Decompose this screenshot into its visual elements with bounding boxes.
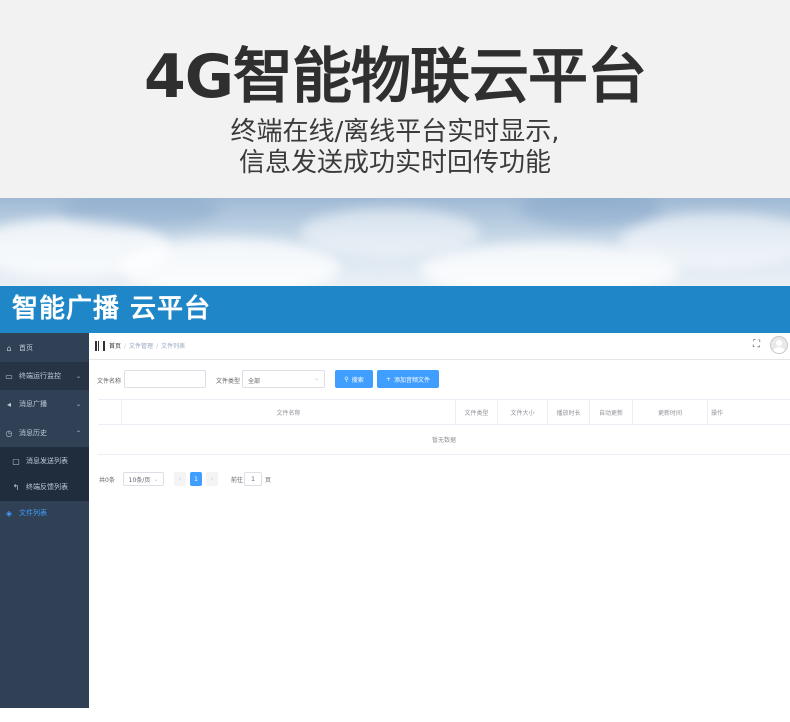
add-audio-file-button[interactable]: + 添加音频文件: [377, 370, 439, 388]
broadcast-icon: ◂: [6, 399, 11, 409]
sidebar-item-label: 消息历史: [19, 429, 47, 437]
sidebar-item-file-list[interactable]: ◈ 文件列表: [0, 499, 89, 527]
sidebar-item-message-list[interactable]: ▢ 消息发送列表: [0, 447, 89, 475]
chevron-down-icon: ⌄: [75, 372, 81, 380]
table-empty-text: 暂无数据: [98, 425, 790, 455]
file-icon: ◈: [5, 508, 13, 518]
sidebar-item-label: 终端反馈列表: [26, 483, 68, 491]
column-header-auto-update: 自动更新: [590, 400, 633, 424]
menu-toggle-icon[interactable]: [95, 341, 105, 351]
chevron-down-icon: ⌄: [75, 400, 81, 408]
sidebar-item-label: 消息发送列表: [26, 457, 68, 465]
breadcrumb: 首页 / 文件管理 / 文件列表: [109, 343, 186, 350]
page-number-current[interactable]: 1: [190, 472, 202, 486]
chevron-down-icon: ⌄: [313, 375, 319, 382]
sidebar-item-label: 文件列表: [19, 509, 47, 517]
sidebar-item-broadcast[interactable]: ◂ 消息广播 ⌄: [0, 390, 89, 418]
file-type-value: 全部: [248, 378, 261, 385]
plus-icon: +: [385, 375, 391, 383]
banner-title: 智能广播 云平台: [12, 294, 212, 324]
hero-section: 4G智能物联云平台 终端在线/离线平台实时显示, 信息发送成功实时回传功能: [0, 0, 790, 198]
product-banner: 智能广播 云平台: [0, 286, 790, 333]
file-name-label: 文件名称: [97, 378, 122, 385]
file-type-label: 文件类型: [216, 378, 241, 385]
file-table: 文件名称 文件类型 文件大小 播放时长 自动更新 更新时间 操作 暂无数据: [98, 399, 790, 455]
avatar[interactable]: [770, 336, 788, 354]
fullscreen-icon[interactable]: ⛶: [753, 340, 760, 350]
search-icon: ⚲: [344, 375, 349, 383]
goto-label: 前往: [230, 476, 243, 484]
column-header-file-name: 文件名称: [122, 400, 456, 424]
breadcrumb-file-management[interactable]: 文件管理: [129, 343, 153, 350]
column-header-file-size: 文件大小: [498, 400, 548, 424]
reply-icon: ↰: [12, 482, 20, 492]
main-content: 文件名称 文件类型 全部 ⌄ ⚲ 搜索 + 添加音频文件 文件名称 文件类型 文件大…: [89, 360, 790, 708]
page-unit-label: 页: [264, 476, 271, 484]
sidebar-item-home[interactable]: ⌂ 首页: [0, 334, 89, 362]
hero-title: 4G智能物联云平台: [144, 42, 647, 112]
prev-page-button[interactable]: ‹: [174, 472, 186, 486]
breadcrumb-file-list: 文件列表: [161, 343, 186, 350]
chevron-down-icon: ⌄: [153, 475, 159, 483]
topbar: 首页 / 文件管理 / 文件列表 ⛶: [89, 333, 790, 360]
sky-clouds-image: [0, 198, 790, 286]
sidebar: ⌂ 首页 ▭ 终端运行监控 ⌄ ◂ 消息广播 ⌄ ◷ 消息历史 ⌃ ▢ 消息发送…: [0, 333, 89, 708]
chevron-up-icon: ⌃: [75, 429, 81, 437]
column-header-duration: 播放时长: [548, 400, 590, 424]
pagination-total: 共0条: [99, 476, 115, 484]
sidebar-item-history[interactable]: ◷ 消息历史 ⌃: [0, 419, 89, 447]
message-icon: ▢: [12, 456, 20, 466]
column-header-actions: 操作: [711, 409, 724, 417]
sidebar-item-terminal-monitor[interactable]: ▭ 终端运行监控 ⌄: [0, 362, 89, 390]
file-name-input[interactable]: [124, 370, 206, 388]
page-size-select[interactable]: 10条/页 ⌄: [123, 472, 164, 486]
hero-subtitle-line2: 信息发送成功实时回传功能: [238, 148, 551, 178]
goto-page-input[interactable]: 1: [244, 472, 262, 486]
column-header-update-time: 更新时间: [633, 400, 708, 424]
sidebar-item-feedback-list[interactable]: ↰ 终端反馈列表: [0, 473, 89, 501]
table-header: 文件名称 文件类型 文件大小 播放时长 自动更新 更新时间 操作: [98, 400, 790, 425]
sidebar-item-label: 终端运行监控: [19, 372, 61, 380]
next-page-button[interactable]: ›: [206, 472, 218, 486]
breadcrumb-home[interactable]: 首页: [109, 343, 121, 350]
app-screenshot: ⌂ 首页 ▭ 终端运行监控 ⌄ ◂ 消息广播 ⌄ ◷ 消息历史 ⌃ ▢ 消息发送…: [0, 333, 790, 708]
home-icon: ⌂: [6, 343, 12, 353]
hero-subtitle-line1: 终端在线/离线平台实时显示,: [230, 117, 560, 147]
search-button[interactable]: ⚲ 搜索: [335, 370, 373, 388]
monitor-icon: ▭: [5, 371, 13, 381]
column-header-file-type: 文件类型: [456, 400, 498, 424]
table-header-checkbox-col: [98, 400, 122, 424]
sidebar-item-label: 消息广播: [19, 400, 47, 408]
clock-icon: ◷: [5, 428, 13, 438]
file-type-select[interactable]: 全部 ⌄: [242, 370, 325, 388]
sidebar-item-label: 首页: [19, 344, 33, 352]
